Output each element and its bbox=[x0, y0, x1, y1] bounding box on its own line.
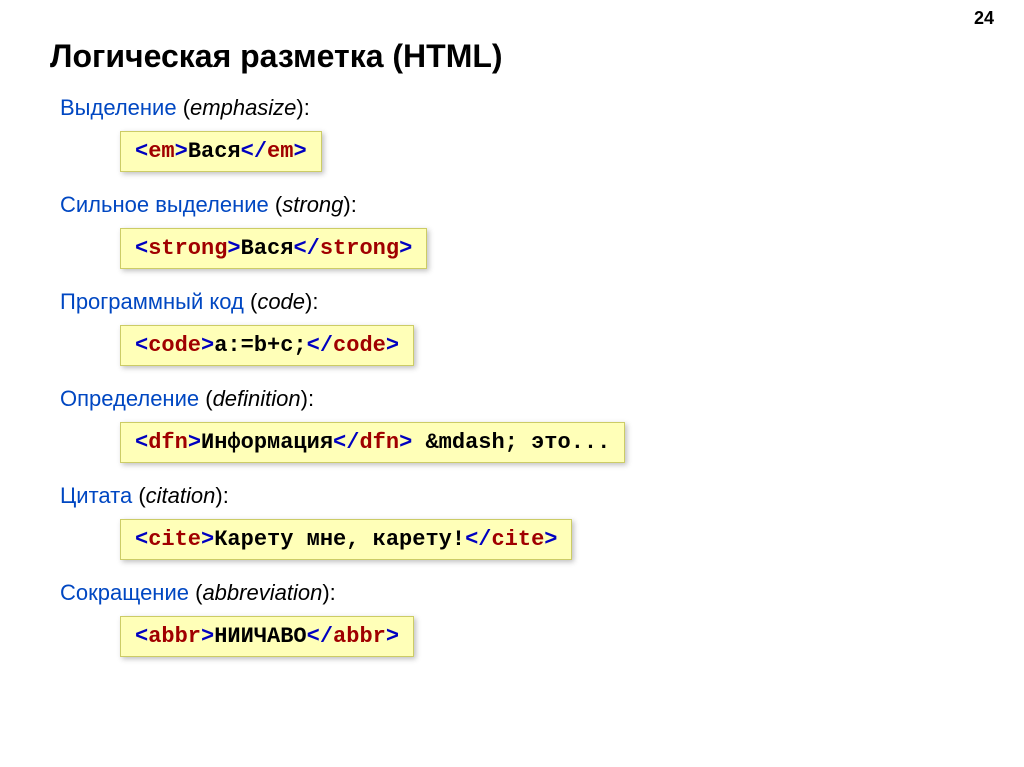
tag-name: em bbox=[148, 139, 174, 164]
tag-name: abbr bbox=[333, 624, 386, 649]
tag-content: a:=b+c; bbox=[214, 333, 306, 358]
angle-open: < bbox=[135, 236, 148, 261]
page-title: Логическая разметка (HTML) bbox=[50, 38, 974, 75]
tag-content: Карету мне, карету! bbox=[214, 527, 465, 552]
tag-name: em bbox=[267, 139, 293, 164]
page-number: 24 bbox=[974, 8, 994, 29]
code-box-em: <em>Вася</em> bbox=[120, 131, 322, 172]
tag-name: dfn bbox=[359, 430, 399, 455]
tag-name: dfn bbox=[148, 430, 188, 455]
angle-open: </ bbox=[241, 139, 267, 164]
angle-close: > bbox=[399, 236, 412, 261]
angle-open: </ bbox=[293, 236, 319, 261]
tag-content: Вася bbox=[241, 236, 294, 261]
section-label-emphasize: Выделение (emphasize): bbox=[60, 95, 974, 121]
angle-open: </ bbox=[333, 430, 359, 455]
label-en: citation bbox=[146, 483, 216, 508]
label-ru: Сильное выделение bbox=[60, 192, 269, 217]
section-label-abbreviation: Сокращение (abbreviation): bbox=[60, 580, 974, 606]
angle-close: > bbox=[386, 624, 399, 649]
tag-content: Информация bbox=[201, 430, 333, 455]
code-box-dfn: <dfn>Информация</dfn> &mdash; это... bbox=[120, 422, 625, 463]
code-box-code: <code>a:=b+c;</code> bbox=[120, 325, 414, 366]
angle-open: </ bbox=[465, 527, 491, 552]
section-label-code: Программный код (code): bbox=[60, 289, 974, 315]
tag-name: code bbox=[148, 333, 201, 358]
label-ru: Цитата bbox=[60, 483, 132, 508]
angle-close: > bbox=[175, 139, 188, 164]
angle-close: > bbox=[544, 527, 557, 552]
angle-close: > bbox=[201, 624, 214, 649]
label-en: emphasize bbox=[190, 95, 296, 120]
angle-close: > bbox=[399, 430, 412, 455]
angle-open: < bbox=[135, 139, 148, 164]
angle-open: < bbox=[135, 333, 148, 358]
label-ru: Программный код bbox=[60, 289, 244, 314]
tag-name: cite bbox=[148, 527, 201, 552]
angle-open: </ bbox=[307, 624, 333, 649]
tag-name: strong bbox=[148, 236, 227, 261]
tag-name: code bbox=[333, 333, 386, 358]
code-box-cite: <cite>Карету мне, карету!</cite> bbox=[120, 519, 572, 560]
section-label-strong: Сильное выделение (strong): bbox=[60, 192, 974, 218]
tag-name: strong bbox=[320, 236, 399, 261]
angle-open: < bbox=[135, 527, 148, 552]
tag-name: cite bbox=[491, 527, 544, 552]
tag-content: Вася bbox=[188, 139, 241, 164]
angle-close: > bbox=[386, 333, 399, 358]
angle-close: > bbox=[293, 139, 306, 164]
angle-open: </ bbox=[307, 333, 333, 358]
label-en: definition bbox=[213, 386, 301, 411]
label-en: abbreviation bbox=[202, 580, 322, 605]
tag-content: НИИЧАВО bbox=[214, 624, 306, 649]
angle-close: > bbox=[188, 430, 201, 455]
code-box-abbr: <abbr>НИИЧАВО</abbr> bbox=[120, 616, 414, 657]
angle-open: < bbox=[135, 430, 148, 455]
angle-close: > bbox=[201, 333, 214, 358]
label-ru: Определение bbox=[60, 386, 199, 411]
angle-close: > bbox=[227, 236, 240, 261]
label-en: code bbox=[257, 289, 305, 314]
section-label-definition: Определение (definition): bbox=[60, 386, 974, 412]
angle-close: > bbox=[201, 527, 214, 552]
tag-name: abbr bbox=[148, 624, 201, 649]
section-label-citation: Цитата (citation): bbox=[60, 483, 974, 509]
code-box-strong: <strong>Вася</strong> bbox=[120, 228, 427, 269]
angle-open: < bbox=[135, 624, 148, 649]
label-ru: Выделение bbox=[60, 95, 177, 120]
extra-text: &mdash; это... bbox=[412, 430, 610, 455]
label-ru: Сокращение bbox=[60, 580, 189, 605]
label-en: strong bbox=[282, 192, 343, 217]
